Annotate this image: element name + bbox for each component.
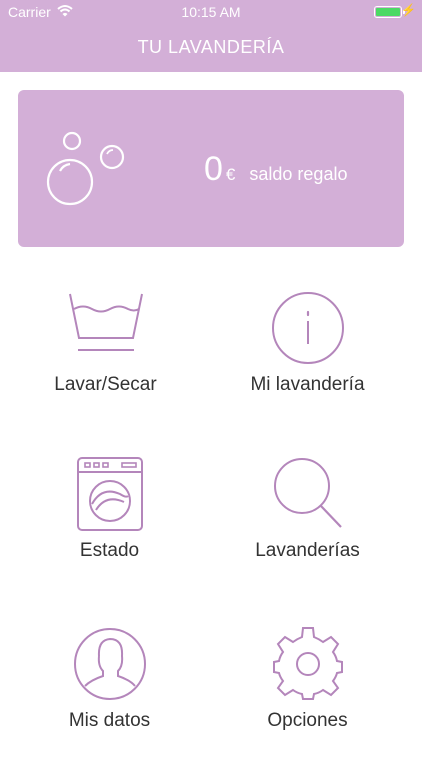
gear-icon <box>272 627 343 700</box>
menu-item-label: Mi lavandería <box>250 374 365 395</box>
gift-balance-card[interactable]: 0 € saldo regalo <box>18 90 404 247</box>
wash-basin-icon <box>68 293 143 351</box>
info-icon <box>271 292 344 364</box>
charging-icon: ⚡ <box>401 3 416 17</box>
top-bar: Carrier 10:15 AM ⚡ TU LAVANDERÍA <box>0 0 422 72</box>
balance-amount: 0 <box>204 150 223 188</box>
search-icon <box>273 458 342 528</box>
menu-item-lavanderias[interactable]: Lavanderías <box>202 456 413 606</box>
menu-item-label: Opciones <box>267 710 348 731</box>
menu-item-mis-datos[interactable]: Mis datos <box>4 626 215 776</box>
balance-currency: € <box>225 165 236 184</box>
menu-item-estado[interactable]: Estado <box>4 456 215 606</box>
menu-item-label: Lavar/Secar <box>54 374 157 395</box>
page-title: TU LAVANDERÍA <box>137 37 285 57</box>
menu-item-label: Estado <box>79 540 140 561</box>
washing-machine-icon <box>76 457 143 531</box>
menu-item-label: Lavanderías <box>255 540 360 561</box>
menu-item-lavar-secar[interactable]: Lavar/Secar <box>0 290 211 440</box>
menu-item-mi-lavanderia[interactable]: Mi lavandería <box>202 290 413 440</box>
user-icon <box>73 628 146 700</box>
status-bar: Carrier 10:15 AM ⚡ <box>0 0 422 24</box>
bubbles-icon <box>46 131 125 206</box>
menu-item-opciones[interactable]: Opciones <box>202 626 413 776</box>
balance-label: saldo regalo <box>249 164 348 184</box>
battery-icon <box>374 6 405 18</box>
clock: 10:15 AM <box>181 4 241 20</box>
menu-item-label: Mis datos <box>68 710 151 731</box>
balance-display: 0 € saldo regalo <box>204 150 347 189</box>
